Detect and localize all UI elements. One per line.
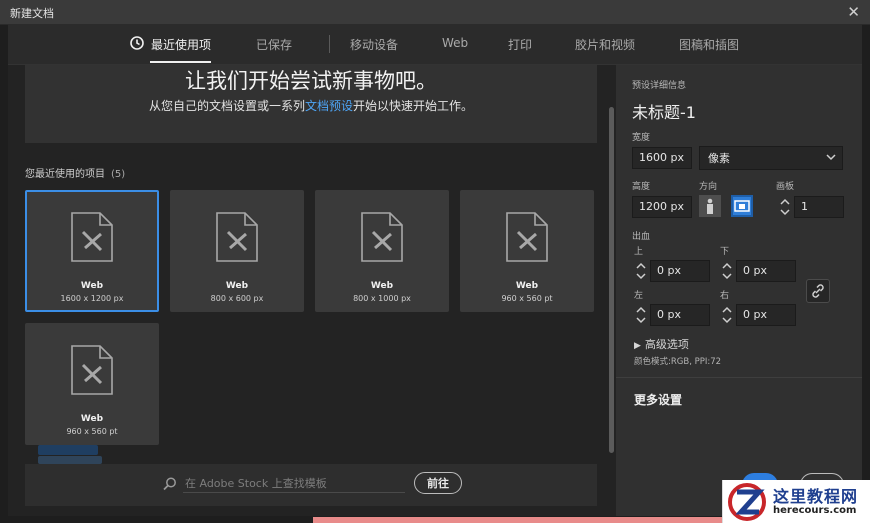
landscape-icon bbox=[734, 200, 750, 212]
site-watermark: 这里教程网 herecours.com bbox=[722, 480, 870, 523]
color-mode-info: 颜色模式:RGB, PPI:72 bbox=[634, 357, 722, 367]
width-input[interactable]: 1600 px bbox=[632, 147, 692, 169]
scroll-thumb[interactable] bbox=[609, 107, 614, 453]
card-size: 960 x 560 pt bbox=[501, 294, 553, 303]
tab-recent-label: 最近使用项 bbox=[151, 38, 212, 52]
portrait-icon bbox=[707, 198, 713, 214]
title-bar: 新建文档 ✕ bbox=[0, 0, 870, 25]
welcome-banner: 让我们开始尝试新事物吧。 从您自己的文档设置或一系列文档预设开始以快速开始工作。 bbox=[25, 65, 597, 143]
document-icon bbox=[216, 212, 258, 262]
document-icon bbox=[361, 212, 403, 262]
recent-item-card[interactable]: Web 800 x 1000 px bbox=[315, 190, 449, 312]
subtitle-text-end: 开始以快速开始工作。 bbox=[353, 99, 474, 113]
unit-value: 像素 bbox=[708, 152, 730, 165]
document-icon bbox=[506, 212, 548, 262]
tab-recent[interactable]: 最近使用项 bbox=[130, 36, 212, 63]
bleed-top-label: 上 bbox=[634, 247, 644, 257]
width-label: 宽度 bbox=[632, 133, 651, 143]
portrait-orientation-button[interactable] bbox=[699, 195, 721, 217]
bleed-right-input[interactable]: 0 px bbox=[736, 304, 796, 326]
recent-scrollbar[interactable] bbox=[609, 65, 615, 455]
tab-film-video[interactable]: 胶片和视频 bbox=[575, 36, 635, 53]
watermark-domain: herecours.com bbox=[773, 505, 857, 516]
card-size: 800 x 600 px bbox=[210, 294, 264, 303]
recent-items-heading: 您最近使用的项目 (5) bbox=[25, 165, 125, 180]
panel-divider bbox=[616, 377, 862, 378]
card-name: Web bbox=[370, 281, 394, 291]
unit-select[interactable]: 像素 bbox=[699, 146, 843, 170]
tab-divider bbox=[329, 35, 330, 53]
bleed-label: 出血 bbox=[632, 232, 651, 242]
document-icon bbox=[71, 345, 113, 395]
bleed-top-stepper-icon[interactable] bbox=[636, 260, 646, 282]
document-name-field[interactable]: 未标题-1 bbox=[632, 99, 696, 123]
chevron-down-icon bbox=[826, 154, 836, 161]
welcome-subtitle: 从您自己的文档设置或一系列文档预设开始以快速开始工作。 bbox=[25, 97, 597, 114]
bleed-left-stepper-icon[interactable] bbox=[636, 304, 646, 326]
bleed-bottom-label: 下 bbox=[720, 247, 730, 257]
stock-search-input[interactable] bbox=[183, 474, 405, 493]
bleed-bottom-stepper-icon[interactable] bbox=[722, 260, 732, 282]
document-icon bbox=[71, 212, 113, 262]
card-size: 960 x 560 pt bbox=[66, 427, 118, 436]
subtitle-text: 从您自己的文档设置或一系列 bbox=[148, 99, 305, 113]
close-icon[interactable]: ✕ bbox=[847, 3, 860, 21]
recent-panel: 让我们开始尝试新事物吧。 从您自己的文档设置或一系列文档预设开始以快速开始工作。… bbox=[8, 65, 616, 516]
card-size: 1600 x 1200 px bbox=[60, 294, 124, 303]
artboards-stepper-icon[interactable] bbox=[780, 196, 790, 218]
recent-item-card[interactable]: Web 960 x 560 pt bbox=[460, 190, 594, 312]
card-name: Web bbox=[80, 281, 104, 291]
preset-details-panel: 预设详细信息 未标题-1 宽度 1600 px 像素 高度 方向 画板 1200… bbox=[616, 65, 862, 516]
recent-item-card[interactable]: Web 1600 x 1200 px bbox=[25, 190, 159, 312]
recent-items-count: (5) bbox=[111, 169, 126, 180]
tab-art-illustration[interactable]: 图稿和插图 bbox=[679, 36, 739, 53]
tab-saved[interactable]: 已保存 bbox=[256, 36, 292, 53]
bleed-bottom-input[interactable]: 0 px bbox=[736, 260, 796, 282]
category-tabs: 最近使用项 已保存 移动设备 Web 打印 胶片和视频 图稿和插图 bbox=[8, 24, 862, 65]
orientation-label: 方向 bbox=[699, 182, 718, 192]
card-size: 800 x 1000 px bbox=[353, 294, 411, 303]
go-button[interactable]: 前往 bbox=[414, 472, 462, 494]
card-name: Web bbox=[225, 281, 249, 291]
height-label: 高度 bbox=[632, 182, 651, 192]
watermark-logo bbox=[36, 445, 104, 465]
bleed-right-stepper-icon[interactable] bbox=[722, 304, 732, 326]
watermark-logo-icon bbox=[728, 483, 766, 521]
recent-items-label: 您最近使用的项目 bbox=[25, 169, 105, 180]
stock-search-bar: 前往 bbox=[25, 464, 597, 506]
height-input[interactable]: 1200 px bbox=[632, 196, 692, 218]
preset-details-heading: 预设详细信息 bbox=[632, 81, 687, 91]
watermark-bar bbox=[38, 445, 98, 455]
bleed-left-input[interactable]: 0 px bbox=[650, 304, 710, 326]
card-name: Web bbox=[515, 281, 539, 291]
link-icon bbox=[812, 284, 824, 298]
artboards-input[interactable]: 1 bbox=[794, 196, 844, 218]
tab-web[interactable]: Web bbox=[442, 36, 468, 50]
advanced-options-toggle[interactable]: ▶ 高级选项 bbox=[634, 336, 689, 352]
tab-print[interactable]: 打印 bbox=[508, 36, 532, 53]
tab-mobile[interactable]: 移动设备 bbox=[350, 36, 398, 53]
recent-item-card[interactable]: Web 800 x 600 px bbox=[170, 190, 304, 312]
search-icon bbox=[163, 477, 176, 491]
artboards-label: 画板 bbox=[776, 182, 795, 192]
chevron-right-icon: ▶ bbox=[634, 341, 641, 351]
landscape-orientation-button[interactable] bbox=[731, 195, 753, 217]
bleed-top-input[interactable]: 0 px bbox=[650, 260, 710, 282]
link-bleed-button[interactable] bbox=[806, 279, 830, 303]
advanced-options-label: 高级选项 bbox=[644, 338, 689, 351]
more-settings-button[interactable]: 更多设置 bbox=[634, 391, 682, 408]
clock-icon bbox=[130, 36, 144, 50]
window-title: 新建文档 bbox=[10, 7, 54, 20]
card-name: Web bbox=[80, 414, 104, 424]
watermark-site-name: 这里教程网 bbox=[773, 487, 859, 506]
recent-item-card[interactable]: Web 960 x 560 pt bbox=[25, 323, 159, 445]
welcome-title: 让我们开始尝试新事物吧。 bbox=[185, 69, 437, 93]
bleed-right-label: 右 bbox=[720, 291, 730, 301]
document-presets-link[interactable]: 文档预设 bbox=[305, 99, 353, 113]
bleed-left-label: 左 bbox=[634, 291, 644, 301]
watermark-bar bbox=[38, 456, 102, 464]
